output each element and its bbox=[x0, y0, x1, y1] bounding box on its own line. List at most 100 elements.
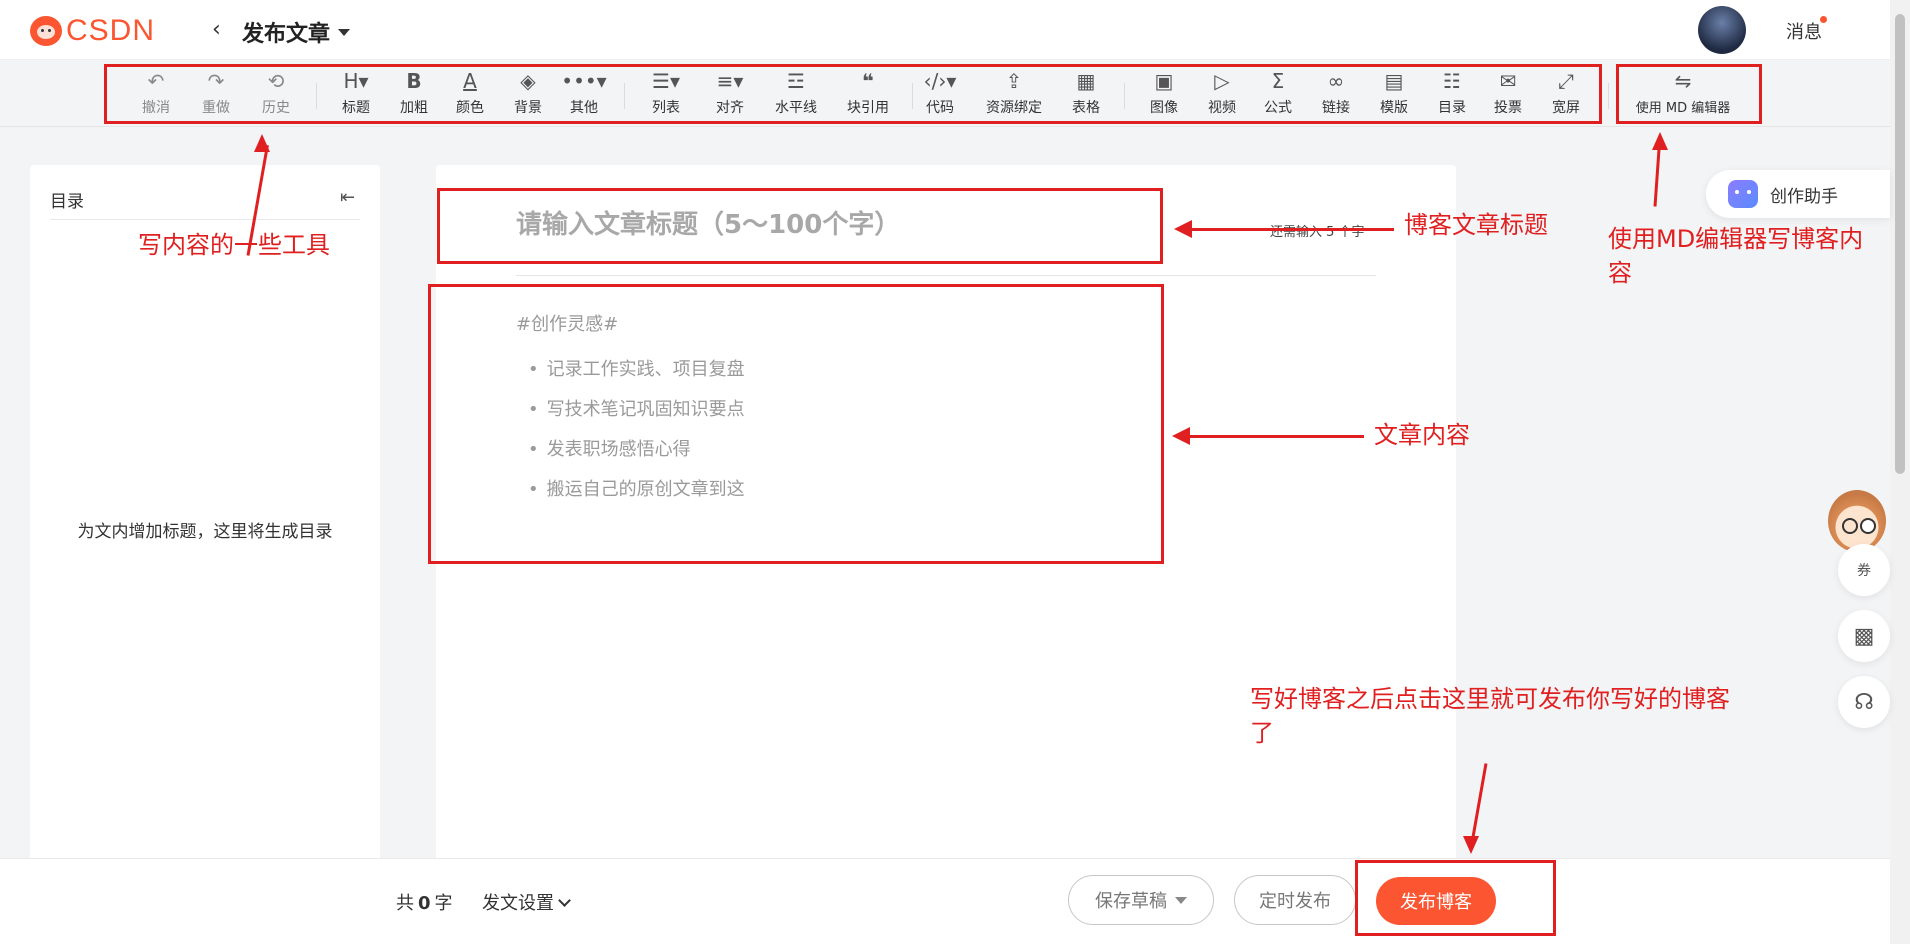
annotation-arrow-head bbox=[254, 134, 270, 152]
hr-label: 水平线 bbox=[775, 100, 817, 116]
page-title[interactable]: 发布文章 bbox=[242, 16, 351, 48]
post-settings-dropdown[interactable]: 发文设置 bbox=[482, 889, 571, 915]
color-button[interactable]: A 颜色 bbox=[442, 67, 498, 117]
word-count: 共0字 bbox=[396, 889, 453, 915]
csdn-logo[interactable]: CSDN bbox=[30, 14, 155, 48]
list-button[interactable]: ☰▾ 列表 bbox=[638, 67, 694, 117]
widescreen-button[interactable]: ⤢ 宽屏 bbox=[1538, 67, 1594, 117]
content-placeholder-item: 发表职场感悟心得 bbox=[516, 430, 1136, 470]
code-label: 代码 bbox=[926, 100, 954, 116]
toc-empty-hint: 为文内增加标题，这里将生成目录 bbox=[77, 522, 333, 542]
horizontal-rule-icon: ☲ bbox=[787, 69, 805, 93]
heading-button[interactable]: H▾ 标题 bbox=[328, 67, 384, 117]
toolbar-divider bbox=[1124, 83, 1125, 109]
creation-assistant-button[interactable]: 创作助手 bbox=[1706, 170, 1890, 218]
ballot-icon: ✉ bbox=[1499, 69, 1517, 93]
title-divider bbox=[516, 275, 1376, 276]
scrollbar-thumb[interactable] bbox=[1895, 14, 1905, 474]
paint-bucket-icon: ◈ bbox=[520, 69, 536, 93]
top-header: CSDN ‹ 发布文章 消息 bbox=[0, 0, 1890, 60]
annotation-arrow-head bbox=[1174, 220, 1192, 238]
sidebar-divider bbox=[50, 219, 360, 220]
headset-icon: ☊ bbox=[1854, 689, 1874, 715]
content-placeholder-item: 记录工作实践、项目复盘 bbox=[516, 350, 1136, 390]
annotation-arrow bbox=[1653, 142, 1661, 207]
word-count-value: 0 bbox=[418, 893, 431, 914]
annotation-arrow bbox=[1190, 435, 1364, 438]
template-label: 模版 bbox=[1380, 100, 1408, 116]
bold-button[interactable]: B 加粗 bbox=[386, 67, 442, 117]
vote-button[interactable]: ✉ 投票 bbox=[1480, 67, 1536, 117]
mascot-avatar[interactable] bbox=[1828, 490, 1886, 552]
avatar[interactable] bbox=[1698, 6, 1746, 54]
annotation-arrow-head bbox=[1172, 427, 1190, 445]
chevron-left-icon[interactable]: ‹ bbox=[212, 18, 236, 42]
annotation-md: 使用MD编辑器写博客内容 bbox=[1608, 225, 1864, 287]
formula-button[interactable]: Σ 公式 bbox=[1250, 67, 1306, 117]
formula-label: 公式 bbox=[1264, 100, 1292, 116]
table-button[interactable]: ▦ 表格 bbox=[1058, 67, 1114, 117]
link-button[interactable]: ∞ 链接 bbox=[1308, 67, 1364, 117]
qrcode-button[interactable]: ▩ bbox=[1838, 610, 1890, 662]
background-label: 背景 bbox=[514, 100, 542, 116]
image-icon: ▣ bbox=[1154, 69, 1174, 93]
link-icon: ∞ bbox=[1327, 69, 1345, 93]
align-button[interactable]: ≡▾ 对齐 bbox=[702, 67, 758, 117]
undo-button[interactable]: ↶ 撤消 bbox=[128, 67, 184, 117]
font-color-icon: A bbox=[463, 69, 477, 93]
article-content-area[interactable]: #创作灵感# 记录工作实践、项目复盘 写技术笔记巩固知识要点 发表职场感悟心得 … bbox=[516, 310, 1136, 510]
coupon-button[interactable]: 券 bbox=[1838, 544, 1890, 596]
schedule-publish-button[interactable]: 定时发布 bbox=[1234, 875, 1356, 925]
content-placeholder-item: 搬运自己的原创文章到这 bbox=[516, 470, 1136, 510]
article-title-input[interactable] bbox=[516, 205, 1136, 245]
heading-label: 标题 bbox=[342, 100, 370, 116]
caret-down-icon bbox=[338, 28, 351, 36]
md-editor-button[interactable]: ⇋ 使用 MD 编辑器 bbox=[1618, 67, 1748, 116]
resource-button[interactable]: ⇪ 资源绑定 bbox=[976, 67, 1052, 117]
annotation-arrow bbox=[1190, 228, 1394, 231]
hr-button[interactable]: ☲ 水平线 bbox=[768, 67, 824, 117]
more-button[interactable]: •••▾ 其他 bbox=[556, 67, 612, 117]
toolbar-divider bbox=[1608, 83, 1609, 109]
video-icon: ▷ bbox=[1214, 69, 1230, 93]
publish-button[interactable]: 发布博客 bbox=[1376, 877, 1496, 925]
switch-arrows-icon: ⇋ bbox=[1674, 69, 1692, 93]
undo-icon: ↶ bbox=[147, 69, 165, 93]
history-button[interactable]: ⟲ 历史 bbox=[248, 67, 304, 117]
heading-icon: H▾ bbox=[343, 69, 369, 93]
content-placeholder-item: 写技术笔记巩固知识要点 bbox=[516, 390, 1136, 430]
image-button[interactable]: ▣ 图像 bbox=[1136, 67, 1192, 117]
video-button[interactable]: ▷ 视频 bbox=[1194, 67, 1250, 117]
messages-link[interactable]: 消息 bbox=[1786, 18, 1822, 44]
word-count-prefix: 共 bbox=[396, 893, 414, 914]
more-label: 其他 bbox=[570, 100, 598, 116]
video-label: 视频 bbox=[1208, 100, 1236, 116]
annotation-content: 文章内容 bbox=[1374, 421, 1470, 449]
toolbar-divider bbox=[316, 83, 317, 109]
toc-icon: ☷ bbox=[1443, 69, 1461, 93]
history-label: 历史 bbox=[262, 100, 290, 116]
toc-label: 目录 bbox=[1438, 100, 1466, 116]
word-count-suffix: 字 bbox=[434, 893, 453, 914]
annotation-tools: 写内容的一些工具 bbox=[138, 231, 330, 259]
more-dots-icon: •••▾ bbox=[561, 69, 607, 93]
color-label: 颜色 bbox=[456, 100, 484, 116]
annotation-title: 博客文章标题 bbox=[1404, 211, 1548, 239]
redo-button[interactable]: ↷ 重做 bbox=[188, 67, 244, 117]
logo-mascot-icon bbox=[30, 16, 62, 46]
toc-button[interactable]: ☷ 目录 bbox=[1424, 67, 1480, 117]
bold-label: 加粗 bbox=[400, 100, 428, 116]
page-scrollbar[interactable] bbox=[1890, 0, 1910, 944]
coupon-icon: 券 bbox=[1857, 563, 1871, 579]
collapse-sidebar-icon[interactable]: ⇤ bbox=[340, 187, 355, 208]
bottom-action-bar: 共0字 发文设置 保存草稿 定时发布 发布博客 bbox=[0, 858, 1890, 944]
link-label: 链接 bbox=[1322, 100, 1350, 116]
template-button[interactable]: ▤ 模版 bbox=[1366, 67, 1422, 117]
customer-service-button[interactable]: ☊ bbox=[1838, 676, 1890, 728]
quote-button[interactable]: ❝ 块引用 bbox=[840, 67, 896, 117]
page-title-text: 发布文章 bbox=[242, 22, 331, 47]
code-button[interactable]: ‹/›▾ 代码 bbox=[912, 67, 968, 117]
save-draft-button[interactable]: 保存草稿 bbox=[1068, 875, 1214, 925]
template-icon: ▤ bbox=[1384, 69, 1404, 93]
background-button[interactable]: ◈ 背景 bbox=[500, 67, 556, 117]
